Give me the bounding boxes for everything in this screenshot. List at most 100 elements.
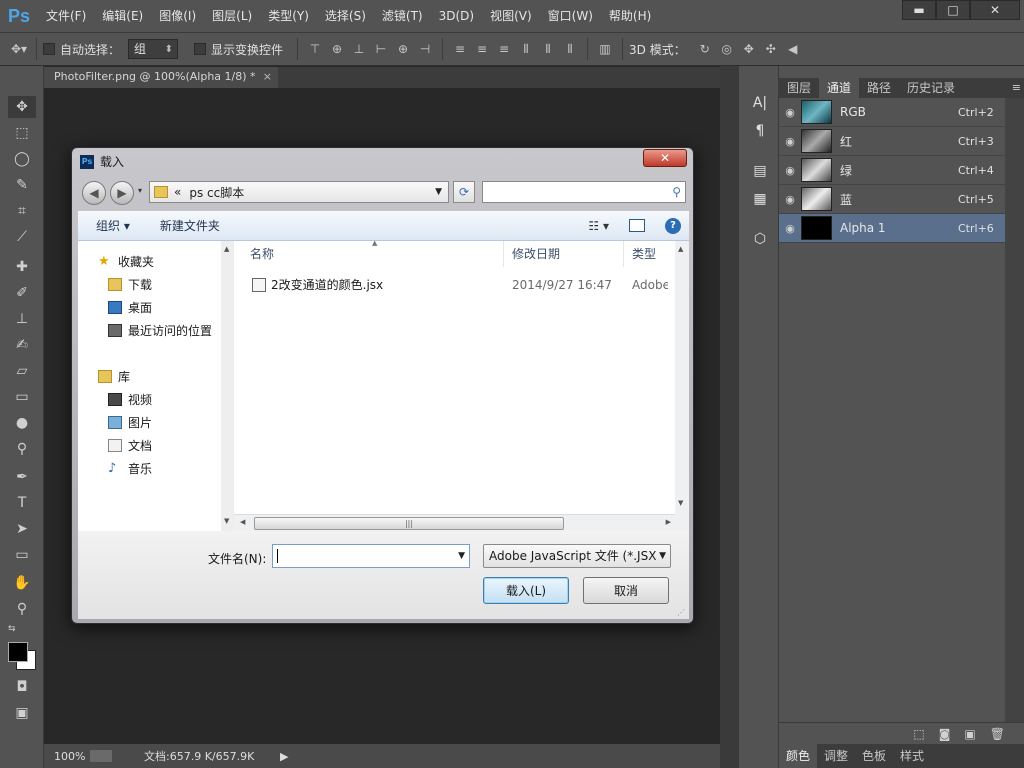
hand-tool-icon[interactable]: ✋ — [8, 572, 36, 594]
horizontal-scrollbar[interactable]: ◀ ||| ▶ — [234, 514, 675, 531]
marquee-tool-icon[interactable]: ⬚ — [8, 122, 36, 144]
visibility-eye-icon[interactable]: ◉ — [779, 193, 801, 206]
quick-select-tool-icon[interactable]: ✎ — [8, 174, 36, 196]
delete-channel-icon[interactable]: 🗑 — [990, 727, 1005, 741]
3d-panel-icon[interactable]: ⬡ — [749, 228, 771, 250]
gradient-tool-icon[interactable]: ▭ — [8, 386, 36, 408]
new-folder-button[interactable]: 新建文件夹 — [160, 217, 220, 234]
document-tab[interactable]: PhotoFilter.png @ 100%(Alpha 1/8) * × — [44, 67, 278, 88]
character-panel-icon[interactable]: A| — [749, 92, 771, 114]
vertical-scrollbar[interactable]: ▲ ▼ — [675, 241, 689, 531]
close-document-icon[interactable]: × — [263, 67, 272, 87]
new-channel-icon[interactable]: ▣ — [964, 727, 975, 741]
load-button[interactable]: 载入(L) — [483, 577, 569, 604]
nav-music[interactable]: ♪ 音乐 — [108, 458, 152, 478]
column-date[interactable]: 修改日期 — [504, 241, 624, 267]
tab-channels[interactable]: 通道 — [819, 78, 860, 98]
notes-panel-icon[interactable]: ▦ — [749, 188, 771, 210]
recent-locations-icon[interactable]: ▾ — [138, 186, 142, 195]
move-tool-icon[interactable]: ✥ — [8, 96, 36, 118]
channel-row-red[interactable]: ◉ 红 Ctrl+3 — [779, 127, 1005, 156]
column-type[interactable]: 类型 — [624, 241, 675, 267]
quick-mask-icon[interactable]: ◘ — [8, 676, 36, 698]
filetype-dropdown-icon[interactable]: ▼ — [659, 545, 666, 567]
filetype-select[interactable]: Adobe JavaScript 文件 (*.JSX ▼ — [483, 544, 671, 568]
tab-swatches[interactable]: 色板 — [855, 744, 893, 768]
menu-help[interactable]: 帮助(H) — [601, 0, 659, 32]
visibility-eye-icon[interactable]: ◉ — [779, 135, 801, 148]
3d-roll-icon[interactable]: ◎ — [716, 38, 738, 60]
align-bottom-icon[interactable]: ⊥ — [348, 38, 370, 60]
nav-library[interactable]: 库 — [98, 366, 130, 386]
dialog-close-button[interactable]: ✕ — [643, 149, 687, 167]
address-dropdown-icon[interactable]: ▼ — [435, 187, 442, 197]
stamp-tool-icon[interactable]: ⊥ — [8, 308, 36, 330]
zoom-tool-icon[interactable]: ⚲ — [8, 598, 36, 620]
forward-button[interactable]: ▶ — [110, 181, 134, 205]
tab-history[interactable]: 历史记录 — [899, 78, 963, 98]
zoom-level[interactable]: 100% — [44, 750, 90, 763]
channel-row-green[interactable]: ◉ 绿 Ctrl+4 — [779, 156, 1005, 185]
distribute-hcenter-icon[interactable]: ⦀ — [537, 38, 559, 60]
back-button[interactable]: ◀ — [82, 181, 106, 205]
auto-select-dropdown[interactable]: 组 — [128, 39, 179, 59]
menu-type[interactable]: 类型(Y) — [260, 0, 317, 32]
3d-slide-icon[interactable]: ✣ — [760, 38, 782, 60]
align-hcenter-icon[interactable]: ⊕ — [392, 38, 414, 60]
menu-file[interactable]: 文件(F) — [38, 0, 94, 32]
tab-styles[interactable]: 样式 — [893, 744, 931, 768]
eraser-tool-icon[interactable]: ▱ — [8, 360, 36, 382]
organize-button[interactable]: 组织 ▾ — [96, 217, 130, 234]
auto-select-checkbox[interactable] — [43, 43, 55, 55]
distribute-left-icon[interactable]: ⦀ — [515, 38, 537, 60]
save-selection-icon[interactable]: ◙ — [939, 727, 951, 741]
nav-favorites[interactable]: ★ 收藏夹 — [98, 251, 154, 271]
show-transform-checkbox[interactable] — [194, 43, 207, 55]
nav-videos[interactable]: 视频 — [108, 389, 152, 409]
distribute-bottom-icon[interactable]: ≡ — [493, 38, 515, 60]
align-vcenter-icon[interactable]: ⊕ — [326, 38, 348, 60]
visibility-eye-icon[interactable]: ◉ — [779, 164, 801, 177]
menu-view[interactable]: 视图(V) — [482, 0, 540, 32]
menu-select[interactable]: 选择(S) — [317, 0, 374, 32]
eyedropper-tool-icon[interactable]: ⟋ — [8, 226, 36, 248]
distribute-right-icon[interactable]: ⦀ — [559, 38, 581, 60]
search-input[interactable]: ⚲ — [482, 181, 686, 203]
filename-dropdown-icon[interactable]: ▼ — [458, 551, 465, 561]
nav-desktop[interactable]: 桌面 — [108, 297, 152, 317]
preview-pane-icon[interactable] — [629, 219, 645, 232]
filename-input[interactable]: ▼ — [272, 544, 470, 568]
menu-edit[interactable]: 编辑(E) — [94, 0, 151, 32]
panel-scrollbar[interactable] — [1005, 98, 1024, 722]
nav-downloads[interactable]: 下载 — [108, 274, 152, 294]
tab-paths[interactable]: 路径 — [859, 78, 899, 98]
crop-tool-icon[interactable]: ⌗ — [8, 200, 36, 222]
align-left-icon[interactable]: ⊢ — [370, 38, 392, 60]
status-menu-arrow[interactable]: ▶ — [280, 750, 288, 763]
menu-image[interactable]: 图像(I) — [151, 0, 204, 32]
nav-documents[interactable]: 文档 — [108, 435, 152, 455]
distribute-vcenter-icon[interactable]: ≡ — [471, 38, 493, 60]
channel-row-alpha-1[interactable]: ◉ Alpha 1 Ctrl+6 — [779, 214, 1005, 243]
menu-window[interactable]: 窗口(W) — [540, 0, 601, 32]
visibility-eye-icon[interactable]: ◉ — [779, 222, 801, 235]
maximize-button[interactable]: □ — [936, 0, 970, 20]
lasso-tool-icon[interactable]: ◯ — [8, 148, 36, 170]
refresh-icon[interactable]: ⟳ — [453, 181, 475, 203]
nav-pictures[interactable]: 图片 — [108, 412, 152, 432]
distribute-top-icon[interactable]: ≡ — [449, 38, 471, 60]
dodge-tool-icon[interactable]: ⚲ — [8, 438, 36, 460]
brush-tool-icon[interactable]: ✐ — [8, 282, 36, 304]
channel-row-rgb[interactable]: ◉ RGB Ctrl+2 — [779, 98, 1005, 127]
minimize-button[interactable]: ▬ — [902, 0, 936, 20]
menu-layer[interactable]: 图层(L) — [204, 0, 260, 32]
nav-recent-places[interactable]: 最近访问的位置 — [108, 320, 212, 340]
align-right-icon[interactable]: ⊣ — [414, 38, 436, 60]
view-options-icon[interactable]: ☷ ▾ — [588, 219, 609, 233]
3d-pan-icon[interactable]: ✥ — [738, 38, 760, 60]
visibility-eye-icon[interactable]: ◉ — [779, 106, 801, 119]
tab-color[interactable]: 颜色 — [779, 744, 818, 768]
help-icon[interactable]: ? — [665, 217, 681, 234]
align-top-icon[interactable]: ⊤ — [304, 38, 326, 60]
resize-grip-icon[interactable]: ⋰ — [677, 608, 685, 617]
